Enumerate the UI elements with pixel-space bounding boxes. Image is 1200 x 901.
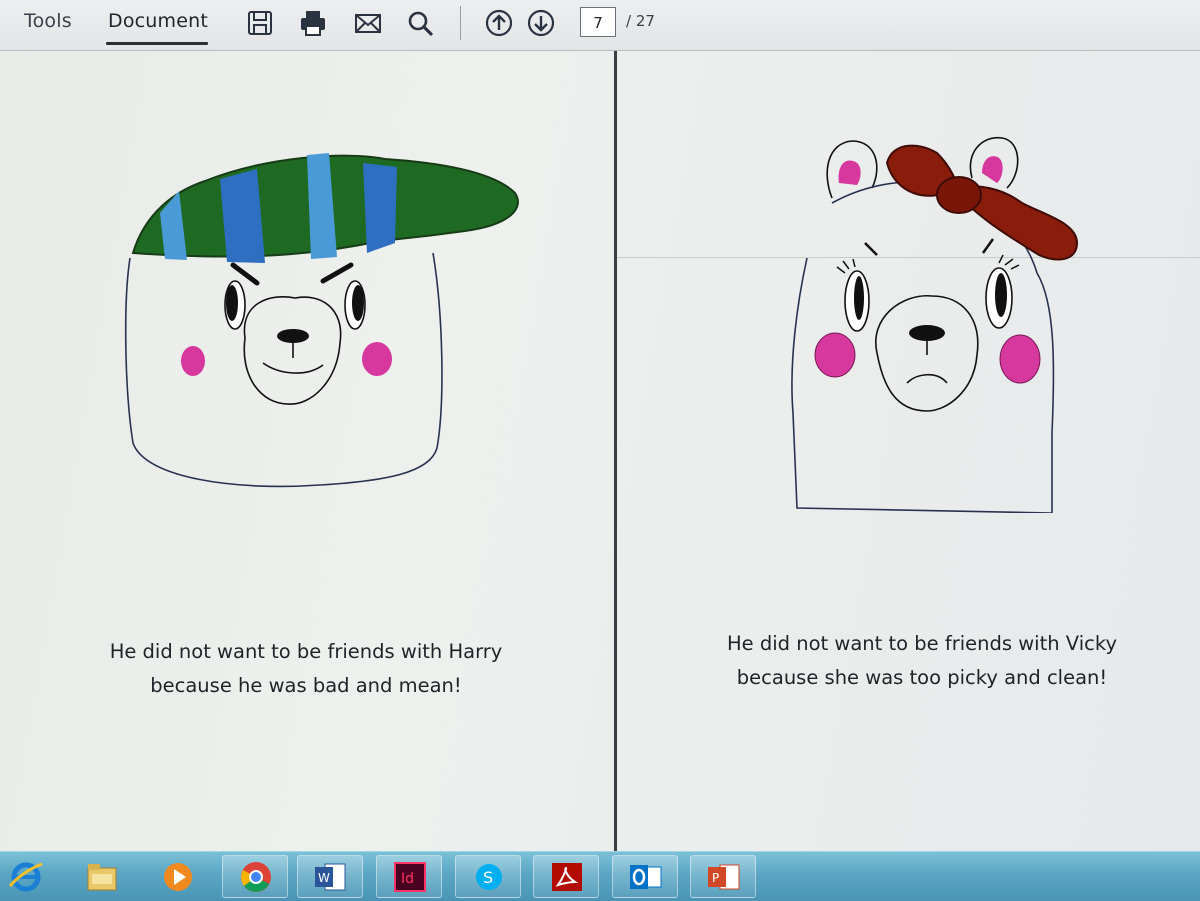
outlook-icon[interactable] — [612, 855, 678, 898]
indesign-icon[interactable]: Id — [376, 855, 442, 898]
email-icon[interactable] — [353, 8, 383, 38]
internet-explorer-icon[interactable] — [0, 855, 58, 898]
caption-right-line1: He did not want to be friends with Vicky — [727, 632, 1117, 655]
word-icon[interactable]: W — [297, 855, 363, 898]
bear-with-striped-cap-icon — [124, 153, 519, 488]
print-icon[interactable] — [298, 8, 328, 38]
acrobat-icon[interactable] — [533, 855, 599, 898]
caption-left-line2: because he was bad and mean! — [150, 674, 462, 697]
taskbar: W Id S P — [0, 851, 1200, 901]
caption-right-line2: because she was too picky and clean! — [736, 666, 1108, 689]
caption-left: He did not want to be friends with Harry… — [0, 635, 612, 703]
tab-document[interactable]: Document — [108, 10, 208, 32]
page-left: He did not want to be friends with Harry… — [0, 51, 614, 851]
document-view[interactable]: He did not want to be friends with Harry… — [0, 51, 1200, 851]
search-icon[interactable] — [405, 8, 435, 38]
svg-text:P: P — [712, 871, 719, 885]
save-icon[interactable] — [245, 8, 275, 38]
caption-right: He did not want to be friends with Vicky… — [617, 627, 1200, 695]
page-up-icon[interactable] — [484, 8, 514, 38]
caption-left-line1: He did not want to be friends with Harry — [109, 640, 503, 663]
media-player-icon[interactable] — [144, 855, 210, 898]
page-right — [617, 51, 1200, 851]
page-total: / 27 — [626, 12, 655, 30]
skype-icon[interactable]: S — [455, 855, 521, 898]
bear-with-red-bow-icon — [791, 136, 1079, 513]
toolbar-separator — [460, 6, 461, 40]
svg-text:S: S — [483, 868, 493, 887]
file-explorer-icon[interactable] — [68, 855, 134, 898]
tab-tools[interactable]: Tools — [24, 10, 72, 32]
powerpoint-icon[interactable]: P — [690, 855, 756, 898]
svg-text:W: W — [318, 871, 330, 885]
page-down-icon[interactable] — [526, 8, 556, 38]
svg-text:Id: Id — [401, 871, 414, 887]
toolbar: Tools Document 7 / 27 — [0, 0, 1200, 51]
chrome-icon[interactable] — [222, 855, 288, 898]
active-tab-indicator — [106, 42, 208, 45]
page-number-input[interactable]: 7 — [580, 7, 616, 37]
